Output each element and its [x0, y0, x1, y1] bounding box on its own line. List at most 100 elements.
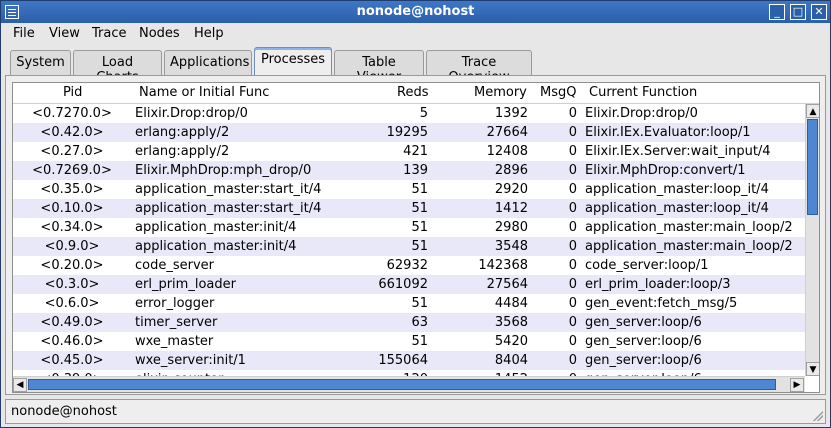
maximize-button[interactable]: □ [790, 4, 806, 20]
cell-memory: 142368 [478, 258, 528, 273]
cell-msgq: 0 [568, 144, 577, 159]
cell-pid: <0.45.0> [40, 353, 104, 368]
close-button[interactable]: ✕ [811, 4, 827, 20]
menu-file[interactable]: File [13, 26, 35, 41]
table-row[interactable]: <0.45.0> wxe_server:init/1 155064 8404 0 gen_… [13, 351, 805, 370]
column-header-current-function[interactable]: Current Function [589, 85, 697, 100]
column-header-pid[interactable]: Pid [63, 85, 82, 100]
cell-pid: <0.35.0> [40, 182, 104, 197]
cell-memory: 5420 [494, 334, 528, 349]
table-row[interactable]: <0.27.0> erlang:apply/2 421 12408 0 Elixir.IE… [13, 142, 805, 161]
cell-current-function: gen_server:loop/6 [585, 334, 702, 349]
scroll-down-icon[interactable]: ▼ [806, 362, 819, 376]
column-header-name[interactable]: Name or Initial Func [139, 85, 269, 100]
cell-memory: 3568 [494, 315, 528, 330]
cell-msgq: 0 [568, 296, 577, 311]
cell-reds: 51 [411, 296, 428, 311]
table-row[interactable]: <0.10.0> application_master:start_it/4 51 1… [13, 199, 805, 218]
cell-memory: 2980 [494, 220, 528, 235]
tab-table-viewer[interactable]: Table Viewer [334, 50, 424, 85]
observer-window: nonode@nohost _ □ ✕ File View Trace Node… [0, 0, 831, 428]
menu-view[interactable]: View [49, 26, 80, 41]
cell-current-function: gen_event:fetch_msg/5 [585, 296, 738, 311]
cell-msgq: 0 [568, 106, 577, 121]
cell-reds: 51 [411, 220, 428, 235]
cell-pid: <0.42.0> [40, 125, 104, 140]
cell-memory: 3548 [494, 239, 528, 254]
table-row[interactable]: <0.42.0> erlang:apply/2 19295 27664 0 Elixir.… [13, 123, 805, 142]
cell-current-function: erl_prim_loader:loop/3 [585, 277, 731, 292]
cell-reds: 139 [403, 163, 428, 178]
menu-trace[interactable]: Trace [92, 26, 127, 41]
cell-pid: <0.10.0> [40, 201, 104, 216]
cell-memory: 4484 [494, 296, 528, 311]
cell-current-function: Elixir.Drop:drop/0 [585, 106, 698, 121]
cell-memory: 8404 [494, 353, 528, 368]
cell-current-function: gen_server:loop/6 [585, 353, 702, 368]
cell-current-function: application_master:main_loop/2 [585, 239, 793, 254]
cell-msgq: 0 [568, 220, 577, 235]
cell-pid: <0.34.0> [40, 220, 104, 235]
scroll-right-icon[interactable]: ▶ [790, 378, 804, 392]
horizontal-scroll-thumb[interactable] [28, 379, 776, 390]
cell-pid: <0.3.0> [44, 277, 100, 292]
table-row[interactable]: <0.7270.0> Elixir.Drop:drop/0 5 1392 0 Elixir… [13, 104, 805, 123]
scroll-left-icon[interactable]: ◀ [13, 378, 27, 392]
cell-reds: 51 [411, 182, 428, 197]
tab-system[interactable]: System [10, 50, 71, 75]
cell-reds: 661092 [378, 277, 428, 292]
table-header: Pid Name or Initial Func Reds Memory Msg… [13, 83, 819, 104]
cell-pid: <0.6.0> [44, 296, 100, 311]
table-row[interactable]: <0.6.0> error_logger 51 4484 0 gen_event:fetc… [13, 294, 805, 313]
menu-nodes[interactable]: Nodes [139, 26, 180, 41]
minimize-button[interactable]: _ [769, 4, 785, 20]
table-row[interactable]: <0.46.0> wxe_master 51 5420 0 gen_server:loop… [13, 332, 805, 351]
tab-trace-overview[interactable]: Trace Overview [426, 50, 532, 85]
vertical-scroll-thumb[interactable] [807, 119, 818, 215]
column-header-msgq[interactable]: MsgQ [540, 85, 576, 100]
cell-msgq: 0 [568, 334, 577, 349]
table-row[interactable]: <0.3.0> erl_prim_loader 661092 27564 0 erl_pr… [13, 275, 805, 294]
cell-current-function: application_master:loop_it/4 [585, 182, 769, 197]
table-body: <0.7270.0> Elixir.Drop:drop/0 5 1392 0 Elixir… [13, 104, 805, 376]
cell-current-function: application_master:main_loop/2 [585, 220, 793, 235]
title-bar[interactable]: nonode@nohost _ □ ✕ [1, 1, 830, 23]
cell-current-function: Elixir.IEx.Server:wait_input/4 [585, 144, 771, 159]
cell-msgq: 0 [568, 163, 577, 178]
tab-load-charts[interactable]: Load Charts [73, 50, 162, 85]
menu-help[interactable]: Help [194, 26, 224, 41]
table-row[interactable]: <0.20.0> code_server 62932 142368 0 code_serv… [13, 256, 805, 275]
column-header-reds[interactable]: Reds [397, 85, 428, 100]
cell-pid: <0.20.0> [40, 258, 104, 273]
scroll-up-icon[interactable]: ▲ [806, 104, 819, 118]
table-row[interactable]: <0.34.0> application_master:init/4 51 2980 0… [13, 218, 805, 237]
cell-reds: 62932 [386, 258, 428, 273]
horizontal-scrollbar[interactable]: ◀ ▶ [13, 376, 805, 392]
menu-bar: File View Trace Nodes Help [1, 23, 830, 45]
table-row[interactable]: <0.35.0> application_master:start_it/4 51 2… [13, 180, 805, 199]
status-text: nonode@nohost [11, 404, 117, 419]
cell-msgq: 0 [568, 201, 577, 216]
cell-msgq: 0 [568, 239, 577, 254]
cell-current-function: Elixir.MphDrop:convert/1 [585, 163, 746, 178]
table-row[interactable]: <0.9.0> application_master:init/4 51 3548 0 a… [13, 237, 805, 256]
table-row[interactable]: <0.7269.0> Elixir.MphDrop:mph_drop/0 139 28… [13, 161, 805, 180]
cell-reds: 51 [411, 334, 428, 349]
vertical-scrollbar[interactable]: ▲ ▼ [805, 104, 819, 376]
cell-pid: <0.49.0> [40, 315, 104, 330]
cell-pid: <0.46.0> [40, 334, 104, 349]
cell-current-function: Elixir.IEx.Evaluator:loop/1 [585, 125, 751, 140]
tab-processes[interactable]: Processes [254, 47, 332, 76]
table-row[interactable]: <0.49.0> timer_server 63 3568 0 gen_server:lo… [13, 313, 805, 332]
resize-grip-icon[interactable] [813, 411, 823, 421]
tab-applications[interactable]: Applications [164, 50, 252, 75]
cell-current-function: code_server:loop/1 [585, 258, 709, 273]
cell-pid: <0.7270.0> [32, 106, 112, 121]
cell-memory: 2896 [494, 163, 528, 178]
tab-bar: System Load Charts Applications Processe… [1, 45, 830, 85]
cell-msgq: 0 [568, 258, 577, 273]
cell-reds: 155064 [378, 353, 428, 368]
cell-msgq: 0 [568, 353, 577, 368]
cell-memory: 12408 [486, 144, 528, 159]
column-header-memory[interactable]: Memory [474, 85, 527, 100]
